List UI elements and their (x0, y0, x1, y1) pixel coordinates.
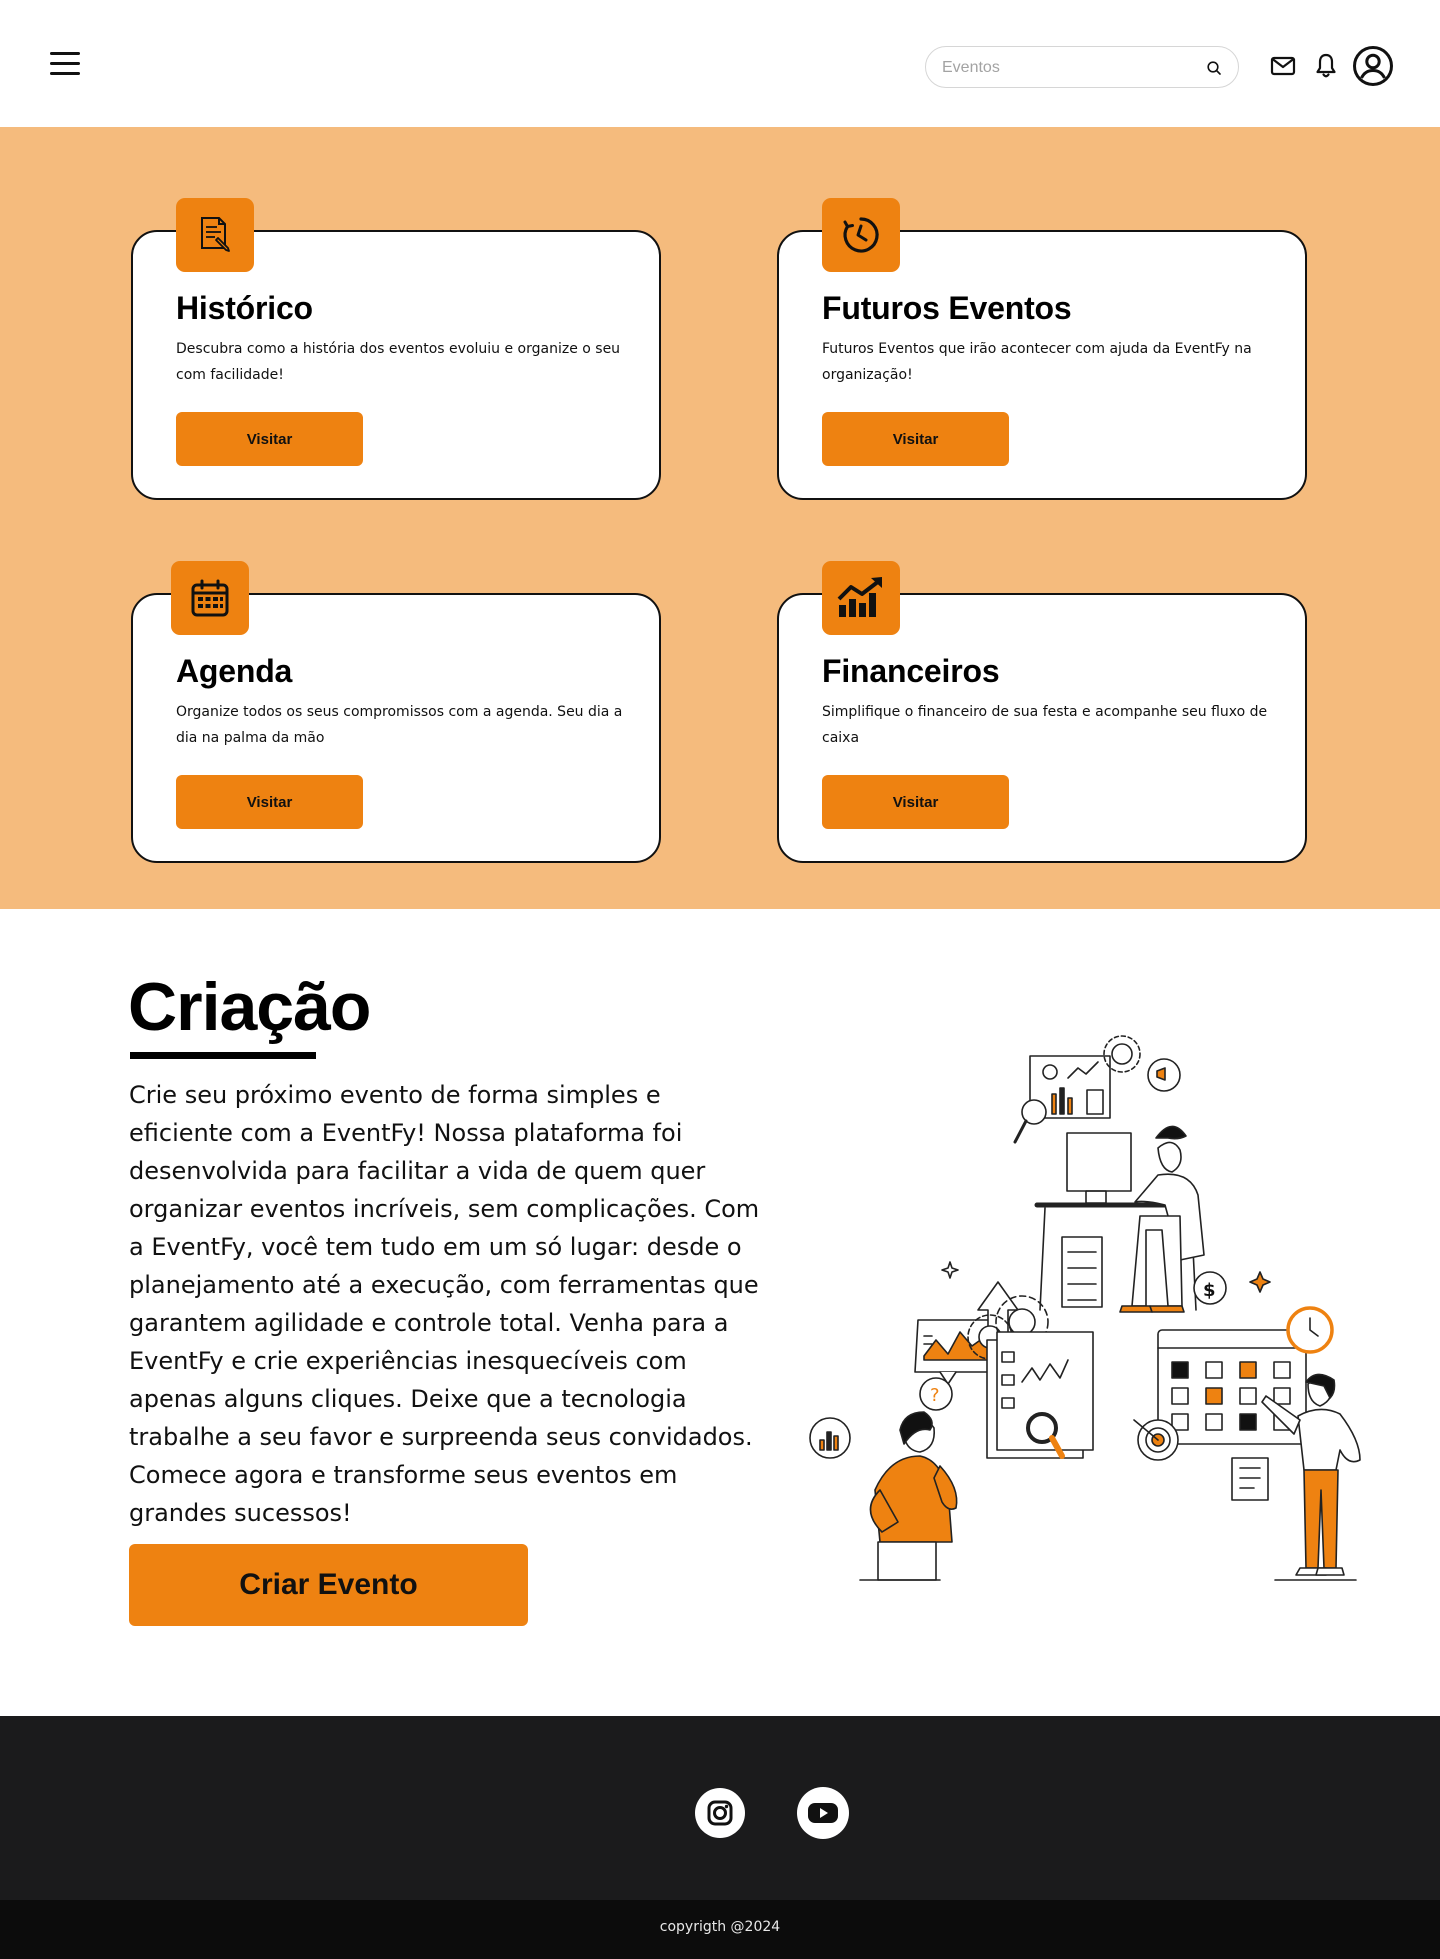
title-underline (130, 1052, 316, 1059)
svg-text:?: ? (930, 1385, 940, 1406)
youtube-icon[interactable] (797, 1787, 849, 1839)
criacao-title: Criação (128, 969, 371, 1045)
card-historico-badge (176, 198, 254, 272)
svg-text:$: $ (1203, 1280, 1216, 1301)
visit-button-financeiros[interactable]: Visitar (822, 775, 1009, 829)
visit-button-historico[interactable]: Visitar (176, 412, 363, 466)
timer-icon (843, 217, 879, 253)
chart-growth-icon (837, 577, 882, 617)
copyright-text: copyrigth @2024 (659, 1919, 781, 1935)
user-icon[interactable] (1352, 45, 1394, 87)
visit-button-futuros-eventos[interactable]: Visitar (822, 412, 1009, 466)
card-financeiros: Financeiros Simplifique o financeiro de … (777, 561, 1307, 863)
menu-icon[interactable] (50, 52, 82, 82)
card-historico: Histórico Descubra como a história dos e… (131, 198, 661, 500)
copyright-bar: copyrigth @2024 (0, 1900, 1440, 1959)
card-title: Financeiros (822, 653, 1000, 689)
search-bar[interactable] (925, 46, 1239, 88)
criacao-description: Crie seu próximo evento de forma simples… (129, 1081, 760, 1527)
card-title: Agenda (176, 653, 293, 689)
document-edit-icon (201, 217, 230, 252)
create-event-button[interactable]: Criar Evento (129, 1544, 528, 1626)
card-financeiros-badge (822, 561, 900, 635)
top-header (0, 0, 1440, 127)
bell-icon[interactable] (1315, 52, 1337, 80)
card-description: Simplifique o financeiro de sua festa e … (822, 704, 1268, 746)
card-title: Histórico (176, 290, 313, 326)
card-title: Futuros Eventos (822, 290, 1072, 326)
mail-icon[interactable] (1270, 55, 1296, 77)
card-description: Descubra como a história dos eventos evo… (176, 341, 621, 383)
card-agenda: Agenda Organize todos os seus compromiss… (131, 561, 661, 863)
card-futuros-eventos-badge (822, 198, 900, 272)
card-description: Futuros Eventos que irão acontecer com a… (822, 341, 1252, 383)
search-input[interactable] (942, 57, 1192, 79)
features-section: Histórico Descubra como a história dos e… (0, 127, 1440, 909)
card-agenda-badge (171, 561, 249, 635)
calendar-icon (191, 579, 229, 617)
team-planning-illustration: ? $ (809, 1035, 1361, 1581)
card-description: Organize todos os seus compromissos com … (176, 704, 623, 746)
card-futuros-eventos: Futuros Eventos Futuros Eventos que irão… (777, 198, 1307, 500)
instagram-icon[interactable] (695, 1788, 745, 1838)
visit-button-agenda[interactable]: Visitar (176, 775, 363, 829)
search-icon[interactable] (1206, 60, 1222, 76)
